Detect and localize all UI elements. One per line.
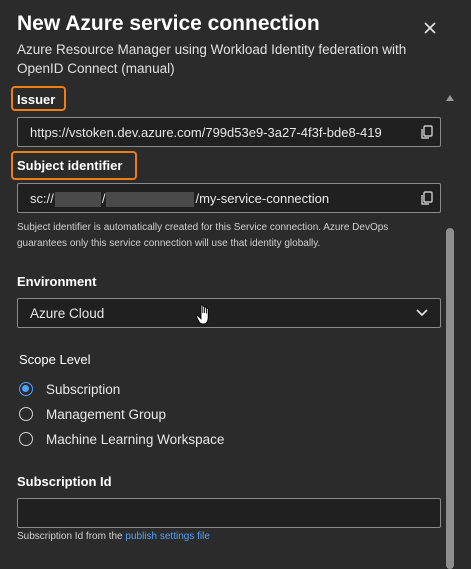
subject-value: sc:// / /my-service-connection (30, 191, 330, 208)
subject-suffix: /my-service-connection (195, 191, 330, 206)
scope-option-subscription[interactable]: Subscription (19, 380, 120, 398)
publish-settings-link[interactable]: publish settings file (125, 531, 210, 542)
issuer-label: Issuer (17, 92, 56, 107)
subscription-id-label: Subscription Id (17, 474, 112, 489)
radio-selected (19, 382, 33, 396)
close-button[interactable] (420, 18, 440, 38)
redacted-block (106, 192, 195, 208)
panel-subtitle: Azure Resource Manager using Workload Id… (17, 42, 407, 76)
environment-selected: Azure Cloud (30, 306, 105, 321)
issuer-field[interactable]: https://vstoken.dev.azure.com/799d53e9-3… (17, 117, 441, 147)
subject-separator: / (101, 191, 106, 206)
copy-icon[interactable] (420, 191, 434, 205)
environment-dropdown[interactable]: Azure Cloud (17, 298, 441, 328)
scope-option-label: Subscription (46, 381, 121, 397)
scope-label: Scope Level (19, 352, 91, 367)
scope-option-label: Machine Learning Workspace (46, 431, 225, 447)
radio-unselected (19, 432, 33, 446)
subject-help-text: Subject identifier is automatically crea… (17, 222, 389, 249)
subject-field[interactable]: sc:// / /my-service-connection (17, 183, 441, 213)
scrollbar-thumb[interactable] (446, 228, 454, 569)
mouse-cursor-icon (196, 304, 209, 325)
chevron-down-icon (416, 309, 428, 317)
subject-label: Subject identifier (17, 158, 123, 173)
radio-unselected (19, 407, 33, 421)
environment-label: Environment (17, 274, 97, 289)
scope-option-label: Management Group (46, 406, 167, 422)
copy-icon[interactable] (420, 125, 434, 139)
scope-option-management-group[interactable]: Management Group (19, 405, 166, 423)
scroll-up-arrow-icon[interactable] (446, 94, 454, 102)
redacted-block (54, 192, 101, 208)
close-icon (424, 22, 436, 34)
subject-prefix: sc:// (30, 191, 54, 206)
subscription-id-help: Subscription Id from the publish setting… (17, 529, 437, 545)
issuer-value: https://vstoken.dev.azure.com/799d53e9-3… (30, 125, 382, 140)
service-connection-panel: New Azure service connection Azure Resou… (0, 0, 471, 569)
subscription-help-prefix: Subscription Id from the (17, 531, 126, 542)
scope-option-ml-workspace[interactable]: Machine Learning Workspace (19, 430, 224, 448)
subscription-id-input[interactable] (17, 498, 441, 528)
panel-title: New Azure service connection (17, 12, 320, 35)
